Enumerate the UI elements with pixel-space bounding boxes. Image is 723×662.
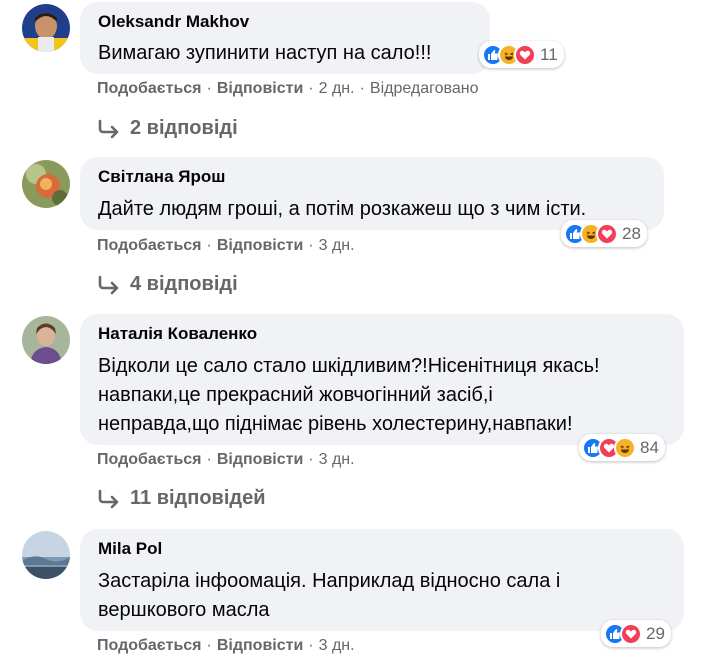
comment-bubble: Mila Pol Застаріла інфоомація. Наприклад… [80, 529, 684, 631]
separator-dot: · [206, 637, 212, 654]
avatar[interactable] [22, 316, 70, 364]
reply-arrow-icon [98, 275, 119, 295]
reactions-summary[interactable]: 28 [561, 220, 647, 247]
separator-dot: · [206, 237, 212, 254]
comment-actions: Подобається · Відповісти · 3 дн. [97, 450, 355, 470]
comment-text-line: Застаріла інфоомація. Наприклад відносно… [98, 570, 561, 592]
like-button[interactable]: Подобається [97, 237, 202, 254]
view-replies-link[interactable]: 11 відповідей [97, 485, 266, 511]
comment-timestamp[interactable]: 2 дн. [319, 80, 355, 97]
avatar[interactable] [22, 160, 70, 208]
comment-text-line: Вимагаю зупинити наступ на сало!!! [98, 42, 432, 64]
reactions-summary[interactable]: 11 [479, 41, 564, 68]
reactions-summary[interactable]: 84 [579, 434, 665, 461]
like-button[interactable]: Подобається [97, 80, 202, 97]
separator-dot: · [359, 80, 365, 97]
replies-count-label: 4 відповіді [130, 273, 238, 295]
reactions-summary[interactable]: 29 [601, 620, 671, 647]
comment-bubble: Oleksandr Makhov Вимагаю зупинити наступ… [80, 2, 490, 74]
like-button[interactable]: Подобається [97, 451, 202, 468]
reply-arrow-icon [98, 489, 119, 509]
comment-author[interactable]: Наталія Коваленко [98, 323, 666, 345]
comment-text-line: вершкового масла [98, 599, 270, 621]
comment-text-line: Відколи це сало стало шкідливим?!Нісеніт… [98, 355, 600, 377]
reaction-count: 28 [622, 223, 641, 243]
comment-actions: Подобається · Відповісти · 2 дн. · Відредагова… [97, 79, 479, 99]
comment-text-line: Дайте людям гроші, а потім розкажеш що з… [98, 198, 587, 220]
love-icon [596, 222, 618, 245]
comment-actions: Подобається · Відповісти · 3 дн. [97, 236, 355, 256]
reply-button[interactable]: Відповісти [217, 237, 303, 254]
replies-count-label: 11 відповідей [130, 487, 266, 509]
comment-timestamp[interactable]: 3 дн. [319, 451, 355, 468]
like-button[interactable]: Подобається [97, 637, 202, 654]
avatar[interactable] [22, 4, 70, 52]
reply-button[interactable]: Відповісти [217, 80, 303, 97]
love-icon [514, 43, 536, 66]
haha-icon [614, 436, 636, 459]
reply-arrow-icon [98, 119, 119, 139]
comment-actions: Подобається · Відповісти · 3 дн. [97, 636, 355, 656]
comment-text-line: навпаки,це прекрасний жовчогінний засіб,… [98, 384, 493, 406]
comment-text-line: неправда,що піднімає рівень холестерину,… [98, 413, 573, 435]
avatar[interactable] [22, 531, 70, 579]
separator-dot: · [308, 237, 314, 254]
comment-author[interactable]: Oleksandr Makhov [98, 11, 472, 33]
view-replies-link[interactable]: 2 відповіді [97, 115, 238, 141]
reaction-count: 84 [640, 437, 659, 457]
separator-dot: · [308, 637, 314, 654]
separator-dot: · [308, 80, 314, 97]
reaction-count: 11 [540, 44, 558, 64]
separator-dot: · [308, 451, 314, 468]
reply-button[interactable]: Відповісти [217, 637, 303, 654]
comment-bubble: Наталія Коваленко Відколи це сало стало … [80, 314, 684, 445]
comment-author[interactable]: Світлана Ярош [98, 166, 646, 188]
comment-timestamp[interactable]: 3 дн. [319, 637, 355, 654]
comment-timestamp[interactable]: 3 дн. [319, 237, 355, 254]
edited-label[interactable]: Відредаговано [370, 80, 479, 97]
reaction-count: 29 [646, 623, 665, 643]
replies-count-label: 2 відповіді [130, 117, 238, 139]
view-replies-link[interactable]: 4 відповіді [97, 271, 238, 297]
separator-dot: · [206, 80, 212, 97]
reply-button[interactable]: Відповісти [217, 451, 303, 468]
comment-author[interactable]: Mila Pol [98, 538, 666, 560]
separator-dot: · [206, 451, 212, 468]
love-icon [620, 622, 642, 645]
